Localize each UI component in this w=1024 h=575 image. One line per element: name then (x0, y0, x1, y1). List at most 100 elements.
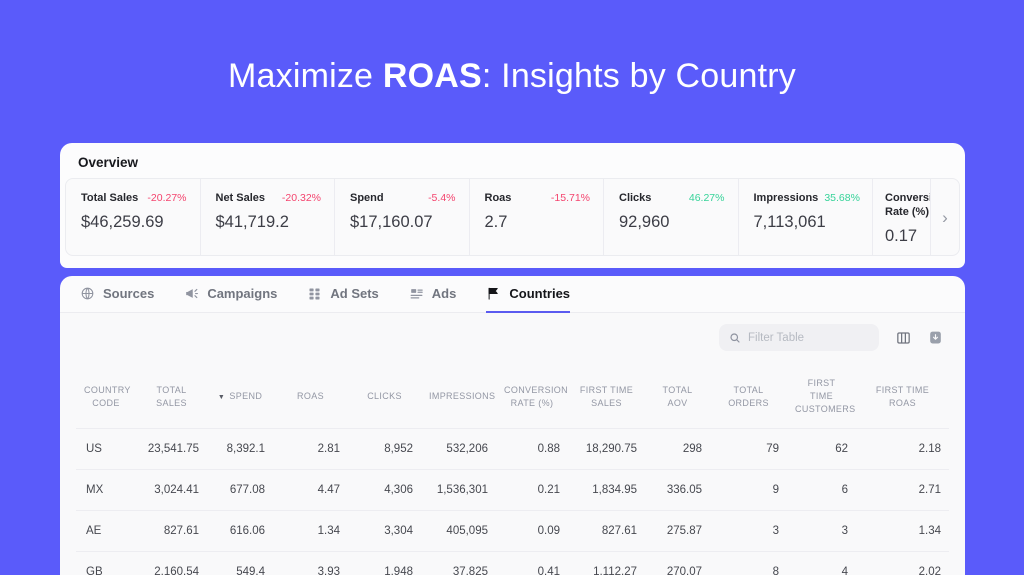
metric-card-clicks: Clicks 46.27% 92,960 (604, 179, 739, 255)
cell-country-code: AE (76, 511, 136, 552)
metric-label: Total Sales (81, 192, 138, 206)
cell-first-time-roas: 2.18 (856, 429, 949, 470)
page-title: Maximize ROAS: Insights by Country (0, 0, 1024, 96)
cell-first-time-sales: 1,112.27 (568, 552, 645, 575)
metric-card-impressions: Impressions 35.68% 7,113,061 (739, 179, 874, 255)
cell-total-aov: 270.07 (645, 552, 710, 575)
metric-change-badge: 46.27% (689, 192, 725, 204)
cell-first-time-customers: 4 (787, 552, 856, 575)
tab-label: Ads (432, 286, 457, 301)
megaphone-icon (184, 286, 199, 301)
export-file-icon (928, 330, 943, 345)
grid-icon (307, 286, 322, 301)
metric-change-badge: -15.71% (551, 192, 590, 204)
table-row-gb: GB2,160.54549.43.931,94837,8250.411,112.… (76, 552, 949, 575)
cell-conversion-rate: 0.88 (496, 429, 568, 470)
page-title-suffix: : Insights by Country (482, 57, 796, 95)
metric-label: Clicks (619, 192, 651, 206)
cell-spend: 616.06 (207, 511, 273, 552)
cell-roas: 4.47 (273, 470, 348, 511)
cell-conversion-rate: 0.41 (496, 552, 568, 575)
metric-change-badge: -5.4% (428, 192, 455, 204)
column-header-first-time-roas[interactable]: First Time Roas (856, 367, 949, 429)
tab-ads[interactable]: Ads (409, 276, 457, 313)
cell-impressions: 37,825 (421, 552, 496, 575)
cell-clicks: 3,304 (348, 511, 421, 552)
table-panel: Sources Campaigns Ad Sets Ads Countries Coun… (60, 276, 965, 575)
cell-total-sales: 3,024.41 (136, 470, 207, 511)
metric-change-badge: 35.68% (824, 192, 860, 204)
cell-first-time-sales: 1,834.95 (568, 470, 645, 511)
column-header-first-time-customers[interactable]: First Time Customers (787, 367, 856, 429)
tab-label: Countries (509, 286, 570, 301)
sort-desc-icon: ▼ (218, 394, 228, 401)
column-header-conversion-rate[interactable]: Conversion Rate (%) (496, 367, 568, 429)
cell-spend: 677.08 (207, 470, 273, 511)
cell-conversion-rate: 0.21 (496, 470, 568, 511)
column-header-total-orders[interactable]: Total Orders (710, 367, 787, 429)
cell-first-time-customers: 3 (787, 511, 856, 552)
metric-label: Impressions (754, 192, 819, 206)
metric-value: 2.7 (485, 213, 591, 232)
table-row-ae: AE827.61616.061.343,304405,0950.09827.61… (76, 511, 949, 552)
page-title-prefix: Maximize (228, 57, 383, 95)
metrics-next-button[interactable]: › (931, 179, 959, 255)
metric-change-badge: -20.32% (282, 192, 321, 204)
column-header-country-code[interactable]: Country Code (76, 367, 136, 429)
column-header-spend[interactable]: ▼ Spend (207, 367, 273, 429)
tab-sources[interactable]: Sources (80, 276, 154, 313)
filter-table-input[interactable] (748, 332, 869, 344)
metric-label: Spend (350, 192, 384, 206)
page-title-bold: ROAS (383, 57, 482, 95)
cell-impressions: 1,536,301 (421, 470, 496, 511)
cell-roas: 3.93 (273, 552, 348, 575)
column-header-impressions[interactable]: Impressions (421, 367, 496, 429)
cell-total-sales: 2,160.54 (136, 552, 207, 575)
page-background: Maximize ROAS: Insights by Country Overv… (0, 0, 1024, 575)
column-header-first-time-sales[interactable]: First Time Sales (568, 367, 645, 429)
cell-total-orders: 8 (710, 552, 787, 575)
metric-value: 92,960 (619, 213, 725, 232)
metric-card-total-sales: Total Sales-20.27%$46,259.69 (66, 179, 201, 255)
cell-first-time-customers: 6 (787, 470, 856, 511)
metric-card-conversion-rate: Conversion Rate (%) 0.17 (873, 179, 931, 255)
metric-value: 0.17 (885, 227, 926, 246)
tab-ad-sets[interactable]: Ad Sets (307, 276, 378, 313)
cell-total-aov: 298 (645, 429, 710, 470)
cell-conversion-rate: 0.09 (496, 511, 568, 552)
cell-first-time-sales: 827.61 (568, 511, 645, 552)
cell-total-sales: 23,541.75 (136, 429, 207, 470)
cell-first-time-customers: 62 (787, 429, 856, 470)
cell-first-time-roas: 2.02 (856, 552, 949, 575)
cell-impressions: 405,095 (421, 511, 496, 552)
filter-table-search[interactable] (719, 324, 879, 351)
chevron-right-icon: › (942, 208, 948, 227)
metric-card-spend: Spend -5.4% $17,160.07 (335, 179, 470, 255)
column-header-total-aov[interactable]: Total AOV (645, 367, 710, 429)
metric-value: 7,113,061 (754, 213, 860, 232)
export-button[interactable] (928, 330, 943, 345)
metric-value: $17,160.07 (350, 213, 456, 232)
columns-button[interactable] (895, 330, 912, 346)
metric-change-badge: -20.27% (147, 192, 186, 204)
column-header-roas[interactable]: Roas (273, 367, 348, 429)
tab-label: Sources (103, 286, 154, 301)
cell-first-time-roas: 2.71 (856, 470, 949, 511)
tab-campaigns[interactable]: Campaigns (184, 276, 277, 313)
cell-first-time-sales: 18,290.75 (568, 429, 645, 470)
metric-card-roas: Roas-15.71%2.7 (470, 179, 605, 255)
metrics-row: Total Sales-20.27%$46,259.69Net Sales-20… (65, 178, 960, 256)
cell-country-code: GB (76, 552, 136, 575)
tab-bar: Sources Campaigns Ad Sets Ads Countries (60, 276, 965, 313)
cell-roas: 1.34 (273, 511, 348, 552)
cell-country-code: MX (76, 470, 136, 511)
cell-total-aov: 275.87 (645, 511, 710, 552)
cell-spend: 8,392.1 (207, 429, 273, 470)
metric-label: Conversion Rate (%) (885, 192, 931, 220)
column-header-total-sales[interactable]: Total Sales (136, 367, 207, 429)
table-header-row: Country CodeTotal Sales▼ SpendRoasClicks… (76, 367, 949, 429)
column-header-clicks[interactable]: Clicks (348, 367, 421, 429)
tab-countries[interactable]: Countries (486, 276, 570, 313)
cell-clicks: 1,948 (348, 552, 421, 575)
columns-icon (895, 330, 912, 346)
